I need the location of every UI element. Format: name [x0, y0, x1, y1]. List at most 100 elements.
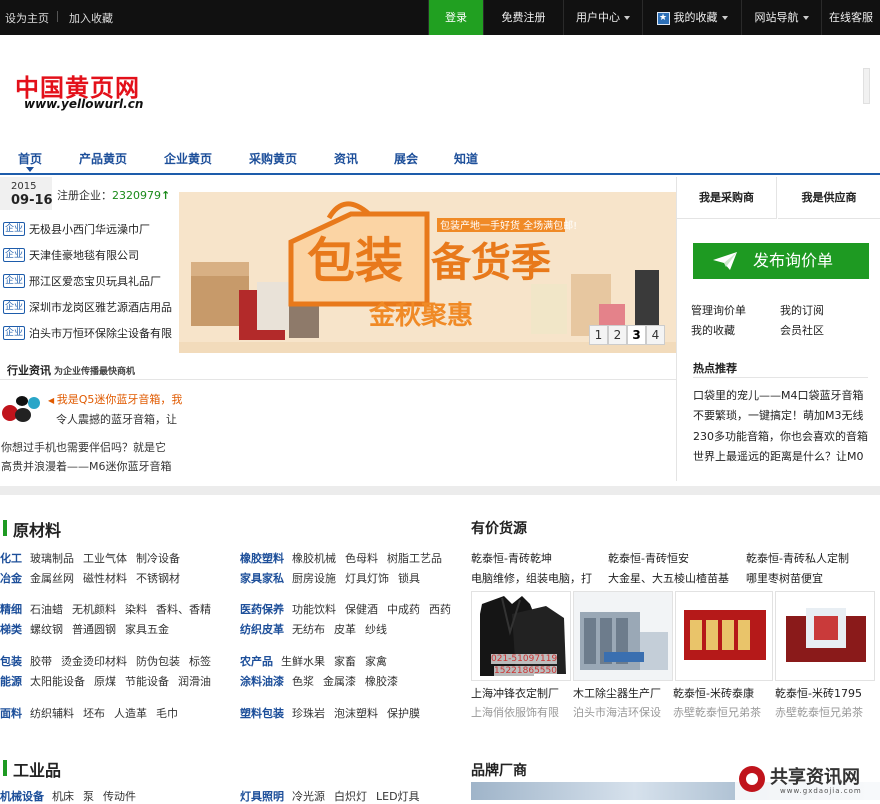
- category-item[interactable]: 保护膜: [387, 707, 420, 720]
- category-item[interactable]: 无纺布: [292, 623, 325, 636]
- category-key[interactable]: 能源: [0, 675, 22, 688]
- banner-page-1[interactable]: 1: [589, 325, 608, 345]
- category-item[interactable]: 磁性材料: [83, 572, 127, 585]
- category-item[interactable]: 珍珠岩: [292, 707, 325, 720]
- category-item[interactable]: 烫金烫印材料: [61, 655, 127, 668]
- category-item[interactable]: 坯布: [83, 707, 105, 720]
- my-subscription-link[interactable]: 我的订阅: [780, 302, 824, 318]
- category-item[interactable]: 普通圆钢: [72, 623, 116, 636]
- goods-company[interactable]: 赤壁乾泰恒兄弟茶: [673, 704, 761, 720]
- hot-item[interactable]: 不要繁琐，一键搞定！萌加M3无线: [693, 407, 871, 423]
- category-item[interactable]: 人造革: [114, 707, 147, 720]
- category-item[interactable]: 金属丝网: [30, 572, 74, 585]
- category-item[interactable]: 锁具: [398, 572, 420, 585]
- category-item[interactable]: 纺织辅料: [30, 707, 74, 720]
- category-item[interactable]: 石油蜡: [30, 603, 63, 616]
- goods-caption[interactable]: 乾泰恒-米砖1795: [775, 685, 862, 701]
- goods-company[interactable]: 上海俏依服饰有限: [471, 704, 559, 720]
- goods-caption[interactable]: 乾泰恒-米砖泰康: [673, 685, 754, 701]
- company-item[interactable]: 企业 邢江区爱恋宝贝玩具礼品厂: [0, 273, 178, 293]
- tab-buyer[interactable]: 我是采购商: [677, 177, 777, 219]
- hot-item[interactable]: 230多功能音箱，你也会喜欢的音箱: [693, 428, 871, 444]
- goods-thumb-jacket[interactable]: 021-51097119 15221865550: [471, 591, 571, 681]
- goods-link[interactable]: 电脑维修，组装电脑，打: [471, 570, 592, 586]
- goods-link[interactable]: 乾泰恒-青砖乾坤: [471, 550, 552, 566]
- hot-item[interactable]: 口袋里的宠儿——M4口袋蓝牙音箱: [693, 387, 871, 403]
- category-item[interactable]: 纱线: [365, 623, 387, 636]
- category-item[interactable]: 灯具灯饰: [345, 572, 389, 585]
- category-item[interactable]: 保健酒: [345, 603, 378, 616]
- category-item[interactable]: 色浆: [292, 675, 314, 688]
- nav-home[interactable]: 首页: [18, 150, 42, 167]
- login-button[interactable]: 登录: [428, 0, 483, 35]
- user-center-menu[interactable]: 用户中心: [563, 0, 642, 35]
- category-item[interactable]: 工业气体: [83, 552, 127, 565]
- goods-caption[interactable]: 木工除尘器生产厂: [573, 685, 661, 701]
- set-home-link[interactable]: 设为主页: [5, 10, 49, 26]
- category-item[interactable]: 香料、香精: [156, 603, 211, 616]
- nav-news[interactable]: 资讯: [334, 150, 358, 167]
- banner-page-3[interactable]: 3: [627, 325, 646, 345]
- category-item[interactable]: 标签: [189, 655, 211, 668]
- category-item[interactable]: 橡胶机械: [292, 552, 336, 565]
- category-item[interactable]: 传动件: [103, 790, 136, 803]
- nav-purchase[interactable]: 采购黄页: [249, 150, 297, 167]
- my-favorites-link[interactable]: 我的收藏: [691, 322, 735, 338]
- company-item[interactable]: 企业 无极县小西门华远澡巾厂: [0, 221, 178, 241]
- category-item[interactable]: 白炽灯: [334, 790, 367, 803]
- category-key[interactable]: 精细: [0, 603, 22, 616]
- category-item[interactable]: 中成药: [387, 603, 420, 616]
- category-item[interactable]: 树脂工艺品: [387, 552, 442, 565]
- news-item[interactable]: 你想过手机也需要伴侣吗？就是它: [1, 439, 166, 455]
- category-key[interactable]: 冶金: [0, 572, 22, 585]
- hot-item[interactable]: 世界上最遥远的距离是什么？让M0: [693, 448, 871, 464]
- goods-link[interactable]: 乾泰恒-青砖恒安: [608, 550, 689, 566]
- category-item[interactable]: 润滑油: [178, 675, 211, 688]
- goods-company[interactable]: 赤壁乾泰恒兄弟茶: [775, 704, 863, 720]
- nav-expo[interactable]: 展会: [394, 150, 418, 167]
- category-item[interactable]: 螺纹钢: [30, 623, 63, 636]
- register-link[interactable]: 免费注册: [483, 0, 563, 35]
- category-item[interactable]: 玻璃制品: [30, 552, 74, 565]
- goods-company[interactable]: 泊头市海洁环保设: [573, 704, 661, 720]
- category-item[interactable]: 毛巾: [156, 707, 178, 720]
- news-item[interactable]: 高贵并浪漫着——M6迷你蓝牙音箱: [1, 458, 172, 474]
- category-item[interactable]: 机床: [52, 790, 74, 803]
- category-item[interactable]: 制冷设备: [136, 552, 180, 565]
- goods-link[interactable]: 乾泰恒-青砖私人定制: [746, 550, 849, 566]
- category-item[interactable]: 功能饮料: [292, 603, 336, 616]
- nav-companies[interactable]: 企业黄页: [164, 150, 212, 167]
- category-item[interactable]: 原煤: [94, 675, 116, 688]
- category-item[interactable]: 冷光源: [292, 790, 325, 803]
- tab-supplier[interactable]: 我是供应商: [778, 177, 880, 219]
- my-favorites-menu[interactable]: ★ 我的收藏: [642, 0, 741, 35]
- category-key[interactable]: 涂料油漆: [240, 675, 284, 688]
- category-item[interactable]: 太阳能设备: [30, 675, 85, 688]
- category-item[interactable]: 色母料: [345, 552, 378, 565]
- category-key[interactable]: 灯具照明: [240, 790, 284, 803]
- category-key[interactable]: 包装: [0, 655, 22, 668]
- manage-inquiry-link[interactable]: 管理询价单: [691, 302, 746, 318]
- goods-thumb-tea-1[interactable]: [675, 591, 773, 681]
- company-item[interactable]: 企业 深圳市龙岗区雅艺源酒店用品: [0, 299, 178, 319]
- category-item[interactable]: 不锈钢材: [136, 572, 180, 585]
- category-item[interactable]: 泵: [83, 790, 94, 803]
- category-key[interactable]: 面料: [0, 707, 22, 720]
- category-key[interactable]: 梯类: [0, 623, 22, 636]
- category-key[interactable]: 橡胶塑料: [240, 552, 284, 565]
- nav-knowledge[interactable]: 知道: [454, 150, 478, 167]
- site-nav-menu[interactable]: 网站导航: [741, 0, 821, 35]
- category-item[interactable]: 金属漆: [323, 675, 356, 688]
- category-key[interactable]: 机械设备: [0, 790, 44, 803]
- company-item[interactable]: 企业 泊头市万恒环保除尘设备有限: [0, 325, 178, 345]
- category-item[interactable]: 染料: [125, 603, 147, 616]
- banner-page-4[interactable]: 4: [646, 325, 665, 345]
- category-item[interactable]: 节能设备: [125, 675, 169, 688]
- search-box-edge[interactable]: [863, 68, 870, 104]
- category-item[interactable]: 生鲜水果: [281, 655, 325, 668]
- goods-link[interactable]: 大金星、大五棱山楂苗基: [608, 570, 729, 586]
- category-item[interactable]: 家具五金: [125, 623, 169, 636]
- category-item[interactable]: LED灯具: [376, 790, 420, 803]
- category-item[interactable]: 防伪包装: [136, 655, 180, 668]
- category-item[interactable]: 家畜: [334, 655, 356, 668]
